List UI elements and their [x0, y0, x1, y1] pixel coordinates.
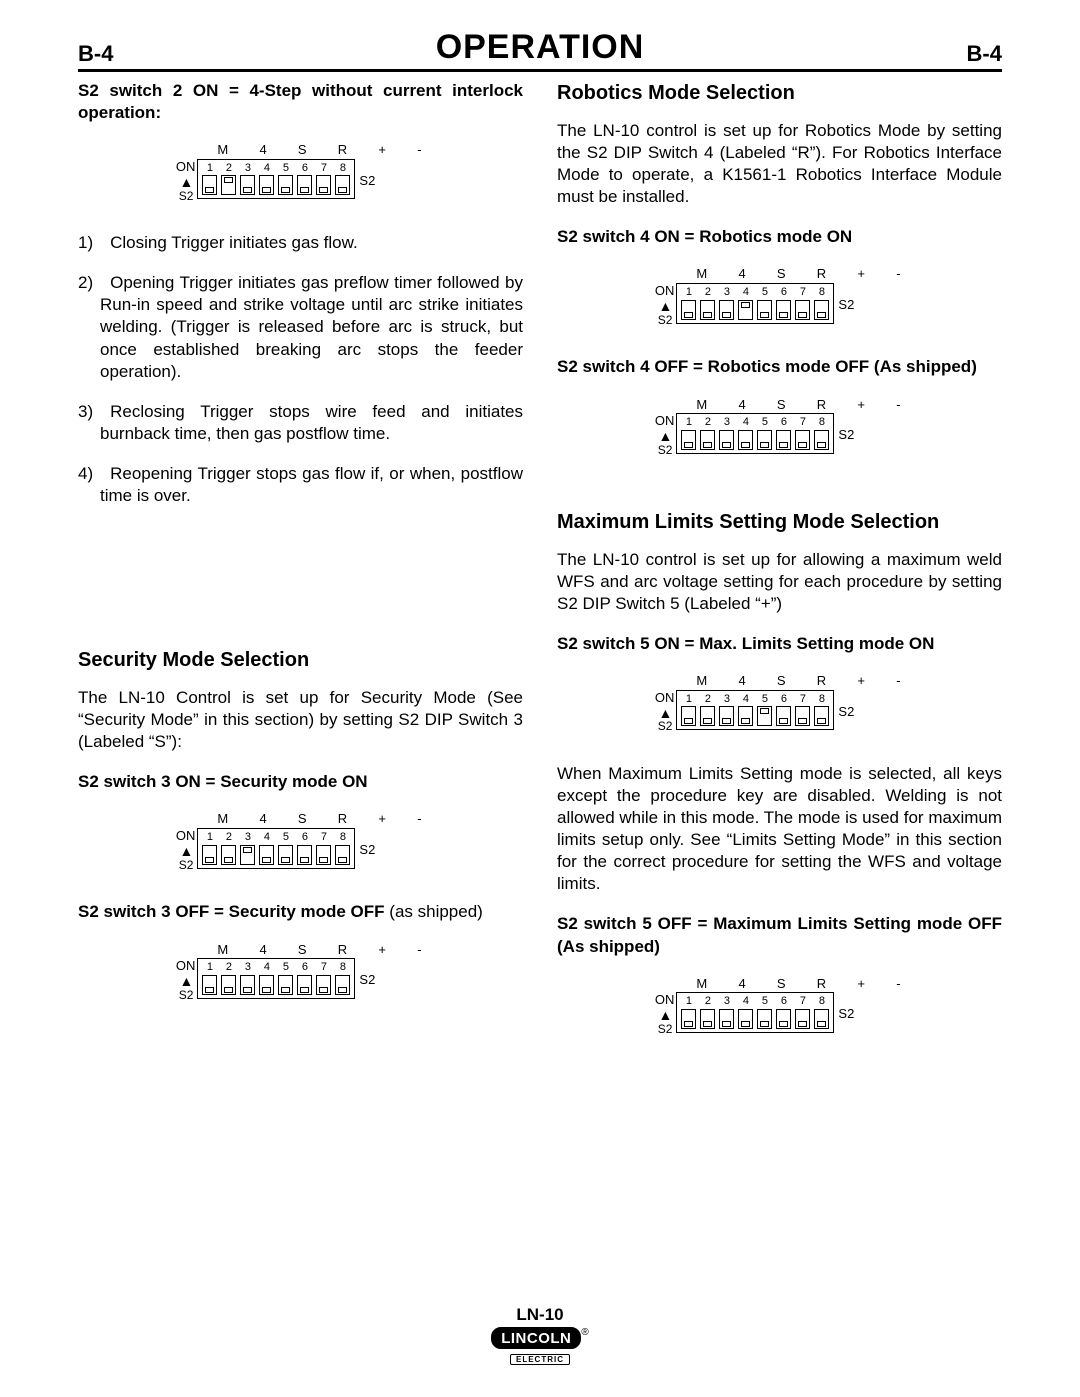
page-footer: LN-10 LINCOLN ® ELECTRIC	[0, 1305, 1080, 1367]
dip-diagram-sw5-off: M 4 S R + - ON ▲ S2 12345678 S2	[557, 976, 1002, 1038]
right-column: Robotics Mode Selection The LN-10 contro…	[557, 80, 1002, 1066]
robotics-mode-title: Robotics Mode Selection	[557, 80, 1002, 106]
dip-diagram-sw2-on: M 4 S R + - ON ▲ S2 12345678 S2	[78, 142, 523, 204]
s2-switch4-off-label: S2 switch 4 OFF = Robotics mode OFF (As …	[557, 356, 1002, 378]
max-limits-note: When Maximum Limits Setting mode is sele…	[557, 763, 1002, 896]
four-step-list: 1) Closing Trigger initiates gas flow. 2…	[78, 232, 523, 507]
dip-diagram-sw3-on: M 4 S R + - ON ▲ S2 12345678 S2	[78, 811, 523, 873]
s2-switch3-off-tail: (as shipped)	[385, 902, 483, 921]
dip-diagram-sw4-off: M 4 S R + - ON ▲ S2 12345678 S2	[557, 397, 1002, 459]
header-left: B-4	[78, 41, 138, 67]
step-3: 3) Reclosing Trigger stops wire feed and…	[78, 401, 523, 445]
s2-switch5-on-label: S2 switch 5 ON = Max. Limits Setting mod…	[557, 633, 1002, 655]
max-limits-title: Maximum Limits Setting Mode Selection	[557, 509, 1002, 535]
dip-diagram-sw5-on: M 4 S R + - ON ▲ S2 12345678 S2	[557, 673, 1002, 735]
header-right: B-4	[942, 41, 1002, 67]
header-title: OPERATION	[138, 28, 942, 67]
max-limits-body: The LN-10 control is set up for allowing…	[557, 549, 1002, 615]
robotics-mode-body: The LN-10 control is set up for Robotics…	[557, 120, 1002, 208]
s2-switch2-heading: S2 switch 2 ON = 4-Step without current …	[78, 80, 523, 124]
s2-switch5-off-label: S2 switch 5 OFF = Maximum Limits Setting…	[557, 913, 1002, 957]
step-2: 2) Opening Trigger initiates gas preflow…	[78, 272, 523, 382]
s2-switch3-on-label: S2 switch 3 ON = Security mode ON	[78, 771, 523, 793]
left-column: S2 switch 2 ON = 4-Step without current …	[78, 80, 523, 1066]
s2-switch3-off-bold: S2 switch 3 OFF = Security mode OFF	[78, 902, 385, 921]
lincoln-logo: LINCOLN	[491, 1327, 581, 1349]
logo-text: LINCOLN	[501, 1330, 571, 1347]
step-1: 1) Closing Trigger initiates gas flow.	[78, 232, 523, 254]
dip-diagram-sw4-on: M 4 S R + - ON ▲ S2 12345678 S2	[557, 266, 1002, 328]
dip-diagram-sw3-off: M 4 S R + - ON ▲ S2 12345678 S2	[78, 942, 523, 1004]
footer-model: LN-10	[0, 1305, 1080, 1325]
s2-switch4-on-label: S2 switch 4 ON = Robotics mode ON	[557, 226, 1002, 248]
security-mode-body: The LN-10 Control is set up for Security…	[78, 687, 523, 753]
content-columns: S2 switch 2 ON = 4-Step without current …	[78, 80, 1002, 1066]
s2-switch3-off-label: S2 switch 3 OFF = Security mode OFF (as …	[78, 901, 523, 923]
electric-badge: ELECTRIC	[510, 1354, 570, 1365]
page-header: B-4 OPERATION B-4	[78, 28, 1002, 72]
security-mode-title: Security Mode Selection	[78, 647, 523, 673]
registered-icon: ®	[581, 1327, 588, 1338]
step-4: 4) Reopening Trigger stops gas flow if, …	[78, 463, 523, 507]
